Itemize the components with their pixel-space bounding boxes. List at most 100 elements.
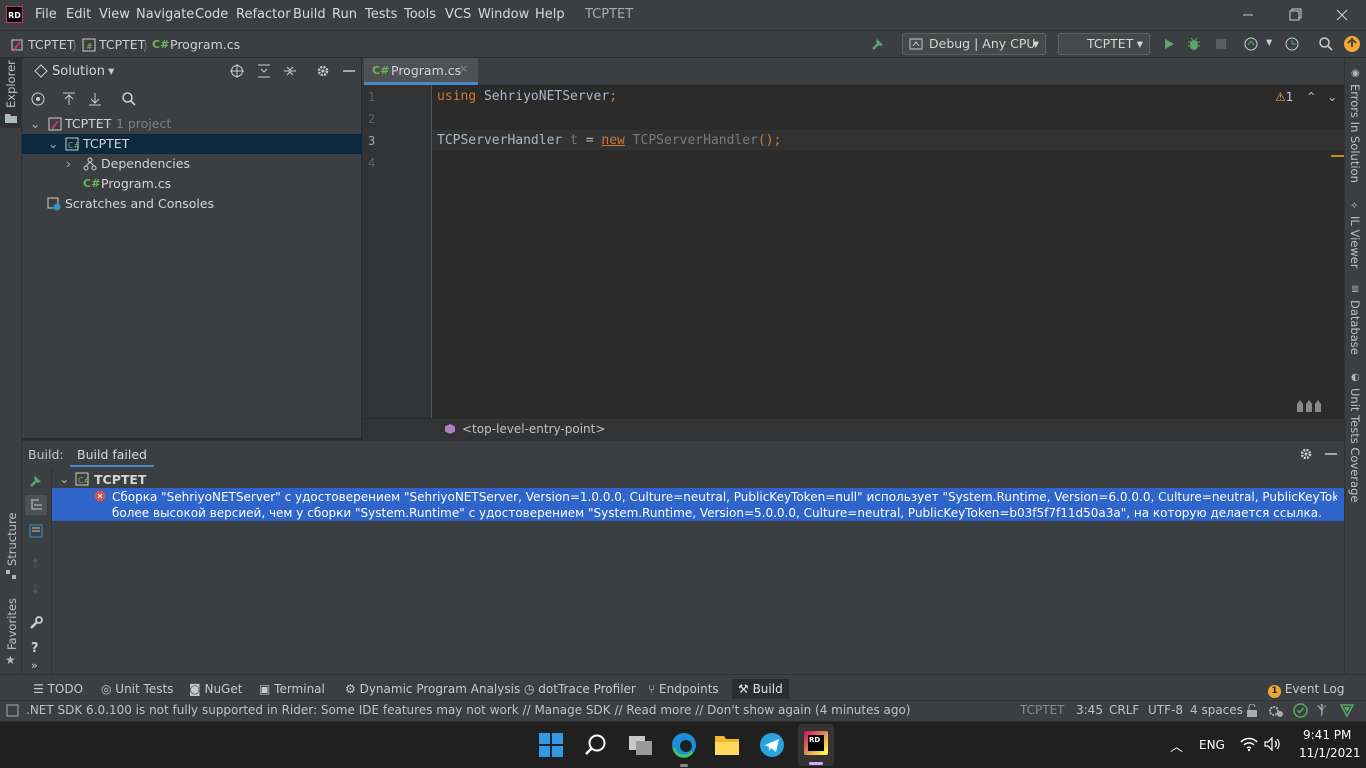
chevron-down-icon[interactable]: ▾	[1266, 34, 1272, 49]
configuration-selector[interactable]: Debug | Any CPU ▾	[902, 33, 1046, 55]
locate-icon[interactable]	[230, 64, 244, 78]
run-icon[interactable]	[1161, 36, 1177, 52]
search-icon[interactable]	[584, 733, 608, 757]
push-down-icon[interactable]	[88, 91, 102, 107]
tab-terminal[interactable]: ▣ Terminal	[253, 679, 331, 699]
tab-dottrace-profiler[interactable]: ◷ dotTrace Profiler	[518, 679, 642, 699]
file-encoding[interactable]: UTF-8	[1148, 703, 1183, 717]
build-hammer-icon[interactable]	[28, 473, 44, 489]
tab-build-failed[interactable]: Build failed	[70, 441, 154, 468]
menu-file[interactable]: File	[35, 7, 57, 22]
explorer-title[interactable]: Solution	[52, 64, 105, 79]
edge-icon[interactable]	[671, 732, 697, 758]
gear-icon[interactable]	[316, 64, 330, 78]
menu-help[interactable]: Help	[535, 7, 565, 22]
tab-todo[interactable]: ☰ TODO	[27, 679, 89, 699]
task-view-icon[interactable]	[628, 733, 654, 757]
menu-tests[interactable]: Tests	[365, 7, 397, 22]
menu-edit[interactable]: Edit	[66, 7, 91, 22]
wrench-icon[interactable]	[28, 615, 44, 631]
status-message[interactable]: .NET SDK 6.0.100 is not fully supported …	[26, 703, 911, 717]
build-error-row[interactable]: Сборка "SehriyoNETServer" с удостоверени…	[52, 488, 1344, 521]
menu-refactor[interactable]: Refactor	[236, 7, 291, 22]
tab-endpoints[interactable]: ⑂ Endpoints	[642, 679, 725, 699]
chevron-down-icon[interactable]: ⌄	[30, 114, 40, 134]
event-log-button[interactable]: 1 Event Log	[1262, 679, 1350, 699]
tab-il-viewer[interactable]: IL Viewer	[1348, 216, 1362, 269]
chevron-down-icon[interactable]: ⌄	[48, 134, 58, 154]
arrow-up-icon[interactable]: ↑	[30, 556, 40, 571]
gear-icon[interactable]	[1299, 447, 1313, 461]
tab-errors-in-solution[interactable]: Errors In Solution	[1348, 84, 1362, 183]
search-everywhere-icon[interactable]	[1318, 36, 1334, 52]
tab-build[interactable]: ⚒ Build	[732, 679, 789, 699]
tree-item-scratches[interactable]: Scratches and Consoles	[22, 194, 362, 214]
windows-start-icon[interactable]	[539, 733, 563, 757]
check-circle-icon[interactable]	[1293, 703, 1308, 718]
indent-setting[interactable]: 4 spaces	[1190, 703, 1243, 717]
chevron-right-icon[interactable]: ›	[66, 154, 71, 174]
telegram-icon[interactable]	[759, 732, 785, 758]
clock-time[interactable]: 9:41 PM	[1303, 728, 1351, 742]
chevron-down-icon[interactable]: ⌄	[59, 471, 69, 486]
chevron-down-icon[interactable]: ▾	[108, 63, 114, 78]
expand-all-icon[interactable]	[257, 64, 271, 78]
run-config-selector[interactable]: TCPTET ▾	[1058, 33, 1150, 55]
status-triangle-icon[interactable]	[1340, 704, 1354, 717]
profiler-icon[interactable]	[1243, 36, 1263, 52]
resharper-icon[interactable]: Ⲯ	[1317, 703, 1327, 718]
tab-database[interactable]: Database	[1348, 300, 1362, 355]
lock-icon[interactable]	[1246, 704, 1258, 718]
caret-position[interactable]: 3:45	[1076, 703, 1103, 717]
menu-tools[interactable]: Tools	[404, 7, 436, 22]
breadcrumb-solution[interactable]: TCPTET	[28, 37, 74, 52]
stop-icon[interactable]	[1213, 36, 1229, 52]
tree-view-toggle[interactable]	[25, 495, 47, 515]
tab-dynamic-program-analysis[interactable]: ⚙ Dynamic Program Analysis	[339, 679, 526, 699]
more-icon[interactable]: »	[31, 659, 38, 672]
tab-nuget[interactable]: ◙ NuGet	[183, 679, 248, 699]
panel-toggle-icon[interactable]	[6, 704, 19, 717]
tab-explorer[interactable]: Explorer	[0, 58, 21, 128]
menu-vcs[interactable]: VCS	[445, 7, 471, 22]
help-icon[interactable]: ?	[31, 641, 39, 656]
collapse-all-icon[interactable]	[283, 64, 297, 78]
menu-run[interactable]: Run	[332, 7, 357, 22]
tree-item-program-cs[interactable]: C# Program.cs	[22, 174, 362, 194]
line-ending[interactable]: CRLF	[1109, 703, 1139, 717]
output-icon[interactable]	[28, 523, 44, 539]
menu-window[interactable]: Window	[478, 7, 529, 22]
menu-build[interactable]: Build	[293, 7, 326, 22]
tab-favorites[interactable]: Favorites	[5, 598, 19, 650]
wifi-icon[interactable]	[1240, 736, 1258, 752]
tab-structure[interactable]: Structure	[5, 513, 19, 567]
clock-date[interactable]: 11/1/2021	[1299, 746, 1361, 760]
tree-item-dependencies[interactable]: › Dependencies	[22, 154, 362, 174]
restore-button[interactable]	[1285, 5, 1305, 25]
breadcrumb-project[interactable]: TCPTET	[99, 37, 145, 52]
close-icon[interactable]: ×	[459, 62, 468, 75]
coverage-icon[interactable]	[1284, 36, 1302, 52]
chevron-up-icon[interactable]: ︿	[1170, 736, 1183, 755]
language-indicator[interactable]: ENG	[1199, 738, 1225, 752]
search-icon[interactable]	[121, 91, 137, 107]
build-project-row[interactable]: ⌄ C# TCPTET	[52, 469, 1344, 489]
menu-view[interactable]: View	[99, 7, 130, 22]
show-files-icon[interactable]	[30, 91, 46, 107]
pull-up-icon[interactable]	[62, 91, 76, 107]
arrow-down-icon[interactable]: ↓	[30, 581, 40, 596]
tree-item-solution[interactable]: ⌄ TCPTET · 1 project	[22, 114, 362, 134]
tree-item-project[interactable]: ⌄ C# TCPTET	[22, 134, 362, 154]
status-project[interactable]: TCPTET	[1020, 703, 1064, 717]
minimize-button[interactable]	[1238, 5, 1258, 25]
warning-stripe[interactable]	[1331, 155, 1344, 157]
editor-breadcrumb[interactable]: <top-level-entry-point>	[462, 422, 605, 436]
hide-icon[interactable]	[1325, 447, 1337, 461]
close-button[interactable]	[1332, 5, 1352, 25]
chevron-down-icon[interactable]: ⌄	[1327, 89, 1337, 104]
inspection-widget[interactable]: ⚠1	[1275, 90, 1293, 104]
rider-taskbar-button[interactable]: RD	[798, 724, 834, 766]
inspection-profile-icon[interactable]	[1268, 704, 1284, 718]
file-explorer-icon[interactable]	[714, 733, 740, 757]
chevron-up-icon[interactable]: ⌃	[1306, 89, 1316, 104]
